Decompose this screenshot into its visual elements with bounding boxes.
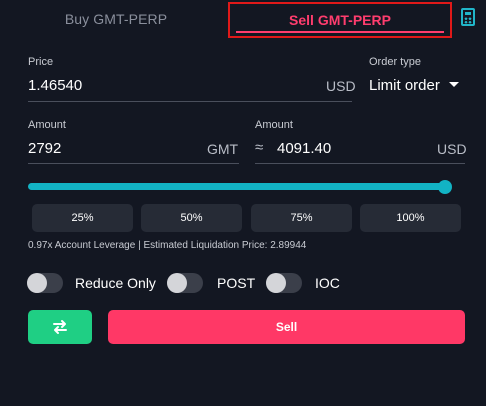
percent-50-button[interactable]: 50% — [141, 204, 242, 232]
amount-underline — [28, 163, 239, 164]
percent-75-button[interactable]: 75% — [251, 204, 352, 232]
amount-usd-input[interactable]: 4091.40 — [277, 140, 331, 157]
tab-buy[interactable]: Buy GMT-PERP — [12, 4, 220, 34]
amount-slider-thumb[interactable] — [438, 180, 452, 194]
amount-slider-track[interactable] — [28, 183, 451, 190]
approx-icon: ≈ — [255, 139, 264, 156]
chevron-down-icon[interactable] — [449, 82, 459, 87]
calculator-icon[interactable] — [461, 8, 475, 26]
toggle-knob — [27, 273, 47, 293]
price-label: Price — [28, 56, 54, 68]
ioc-toggle[interactable] — [266, 273, 302, 293]
swap-side-button[interactable] — [28, 310, 92, 344]
swap-arrows-icon — [53, 320, 67, 334]
calculator-screen — [465, 12, 471, 15]
post-toggle[interactable] — [167, 273, 203, 293]
toggle-knob — [266, 273, 286, 293]
percent-100-button[interactable]: 100% — [360, 204, 461, 232]
active-tab-underline — [236, 31, 444, 33]
toggle-knob — [167, 273, 187, 293]
amount-usd-unit: USD — [437, 141, 467, 157]
side-tabs: Buy GMT-PERP Sell GMT-PERP — [0, 0, 486, 44]
amount-unit: GMT — [207, 141, 239, 157]
price-underline — [28, 101, 352, 102]
order-type-label: Order type — [369, 56, 421, 68]
tab-sell-label: Sell GMT-PERP — [289, 12, 391, 28]
amount-usd-underline — [255, 163, 465, 164]
ioc-label: IOC — [315, 275, 340, 291]
tab-sell[interactable]: Sell GMT-PERP — [228, 2, 452, 38]
sell-button[interactable]: Sell — [108, 310, 465, 344]
amount-input[interactable]: 2792 — [28, 140, 61, 157]
price-input[interactable]: 1.46540 — [28, 77, 82, 94]
amount-label: Amount — [28, 119, 66, 131]
leverage-info: 0.97x Account Leverage | Estimated Liqui… — [28, 240, 307, 251]
post-label: POST — [217, 275, 256, 291]
calculator-keys — [464, 17, 472, 24]
percent-25-button[interactable]: 25% — [32, 204, 133, 232]
order-type-select[interactable]: Limit order — [369, 77, 440, 94]
amount-usd-label: Amount — [255, 119, 293, 131]
reduce-only-label: Reduce Only — [75, 275, 156, 291]
price-unit: USD — [326, 78, 356, 94]
reduce-only-toggle[interactable] — [27, 273, 63, 293]
